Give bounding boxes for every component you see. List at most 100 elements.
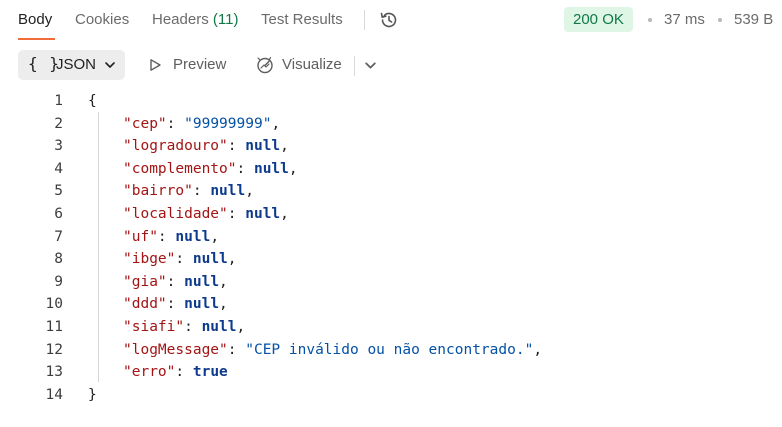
code-line: 6 "localidade": null, [0, 203, 782, 225]
json-colon: : [166, 115, 185, 132]
json-value: null [184, 296, 220, 313]
code-text: "uf": null, [123, 226, 219, 248]
code-line: 1{ [0, 90, 782, 112]
json-colon: : [192, 183, 211, 200]
code-text: "ddd": null, [123, 293, 228, 315]
visualize-chevron-down-icon[interactable] [364, 59, 377, 72]
code-text: "gia": null, [123, 271, 228, 293]
code-text: "ibge": null, [123, 248, 237, 270]
line-number: 12 [45, 341, 63, 358]
json-colon: : [175, 251, 193, 268]
json-colon: : [175, 364, 193, 381]
close-brace: } [88, 386, 97, 403]
code-text: "cep": "99999999", [123, 113, 280, 135]
json-comma: , [271, 115, 281, 132]
tab-cookies[interactable]: Cookies [75, 11, 129, 28]
json-comma: , [245, 183, 254, 200]
json-key: "gia" [123, 273, 167, 290]
json-comma: , [533, 341, 543, 358]
line-number: 13 [45, 364, 63, 381]
json-key: "ibge" [123, 251, 176, 268]
code-line: 11 "siafi": null, [0, 316, 782, 338]
json-colon: : [166, 296, 185, 313]
json-key: "logMessage" [123, 341, 228, 358]
line-number: 4 [54, 160, 63, 177]
format-label: JSON [56, 56, 97, 73]
line-number: 14 [45, 386, 63, 403]
json-colon: : [236, 160, 254, 177]
json-key: "erro" [123, 364, 176, 381]
visualize-button[interactable]: Visualize [282, 56, 342, 73]
meta-separator-dot [648, 18, 652, 22]
json-value: null [253, 160, 289, 177]
tab-headers[interactable]: Headers (11) [152, 11, 238, 28]
json-colon: : [157, 228, 176, 245]
json-comma: , [219, 296, 228, 313]
code-line: 7 "uf": null, [0, 226, 782, 248]
code-line: 3 "logradouro": null, [0, 135, 782, 157]
visualize-icon [257, 56, 273, 74]
code-text: "logradouro": null, [123, 135, 289, 157]
code-text: "complemento": null, [123, 158, 298, 180]
json-comma: , [219, 273, 228, 290]
line-number: 9 [54, 273, 63, 290]
json-key: "ddd" [123, 296, 167, 313]
open-brace: { [88, 93, 97, 109]
line-number: 1 [54, 93, 63, 109]
json-value: null [201, 319, 237, 335]
json-value: null [245, 206, 281, 222]
json-colon: : [184, 319, 202, 335]
code-text: "logMessage": "CEP inválido ou não encon… [123, 339, 542, 361]
response-tab-bar: Body Cookies Headers (11) Test Results 2… [0, 0, 782, 40]
json-key: "complemento" [123, 160, 237, 177]
json-value: null [175, 228, 211, 245]
meta-separator-dot [718, 18, 722, 22]
line-number: 6 [54, 206, 63, 222]
code-text: "siafi": null, [123, 316, 245, 338]
json-colon: : [166, 273, 185, 290]
line-number: 2 [54, 115, 63, 132]
active-tab-indicator [18, 38, 55, 40]
history-icon[interactable] [378, 9, 400, 31]
json-key: "logradouro" [123, 138, 228, 155]
tab-body[interactable]: Body [18, 11, 52, 28]
json-key: "siafi" [123, 319, 185, 335]
json-comma: , [288, 160, 298, 177]
json-value: "99999999" [184, 115, 272, 132]
code-line: 5 "bairro": null, [0, 180, 782, 202]
chevron-down-icon [105, 62, 115, 68]
tab-headers-label: Headers [152, 11, 209, 28]
format-dropdown[interactable]: { } JSON [18, 50, 125, 80]
line-number: 11 [45, 319, 63, 335]
code-text: { [88, 90, 97, 112]
tab-test-results[interactable]: Test Results [261, 11, 343, 28]
code-line: 9 "gia": null, [0, 271, 782, 293]
json-comma: , [210, 228, 220, 245]
code-text: "localidade": null, [123, 203, 289, 225]
json-value: true [192, 364, 228, 381]
code-line: 8 "ibge": null, [0, 248, 782, 270]
status-badge[interactable]: 200 OK [564, 7, 633, 32]
code-line: 12 "logMessage": "CEP inválido ou não enc… [0, 339, 782, 361]
line-number: 7 [54, 228, 63, 245]
json-comma: , [236, 319, 246, 335]
json-key: "bairro" [123, 183, 193, 200]
response-time[interactable]: 37 ms [664, 11, 705, 28]
toolbar-divider [354, 56, 355, 76]
line-number: 3 [54, 138, 63, 155]
json-comma: , [280, 138, 289, 155]
response-size[interactable]: 539 B [734, 11, 773, 28]
tab-divider [364, 10, 365, 30]
code-line: 10 "ddd": null, [0, 293, 782, 315]
code-line: 2 "cep": "99999999", [0, 113, 782, 135]
line-number: 10 [45, 296, 63, 313]
play-icon [150, 59, 161, 71]
json-value: "CEP inválido ou não encontrado." [245, 341, 534, 358]
preview-button[interactable]: Preview [173, 56, 226, 73]
code-line: 13 "erro": true [0, 361, 782, 383]
json-value: null [192, 251, 228, 268]
code-line: 14} [0, 384, 782, 406]
json-colon: : [227, 206, 246, 222]
json-comma: , [280, 206, 289, 222]
code-text: } [88, 384, 97, 406]
